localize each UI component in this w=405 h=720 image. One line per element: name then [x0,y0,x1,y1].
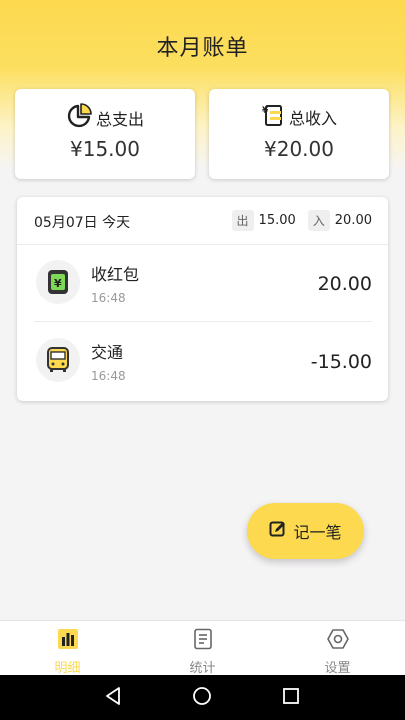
tab-details-label: 明细 [54,661,81,676]
bar-chart-icon [57,628,79,654]
transaction-amount: 20.00 [317,273,372,295]
total-income-label: 总收入 [288,109,337,128]
red-envelope-icon: ¥ [36,260,80,304]
home-icon[interactable] [192,686,212,710]
add-record-button[interactable]: 记一笔 [247,503,364,559]
transaction-row[interactable]: ¥ 收红包 16:48 20.00 [34,245,372,322]
day-income-total: 20.00 [334,213,372,228]
tab-details[interactable]: 明细 [0,621,135,676]
page-title: 本月账单 [156,36,249,61]
recent-apps-icon[interactable] [281,686,301,710]
day-totals: 出 15.00 入 20.00 [231,210,372,231]
total-income-amount: ¥20.00 [264,137,334,161]
total-expense-card[interactable]: 总支出 ¥15.00 [15,89,195,179]
total-expense-header: 总支出 [15,103,195,133]
expense-tag: 出 [231,210,254,231]
transaction-time: 16:48 [91,369,126,383]
day-transactions-card: 05月07日 今天 出 15.00 入 20.00 ¥ 收红包 16:48 20… [17,197,388,401]
tab-settings[interactable]: 设置 [270,621,405,676]
bus-icon [36,338,80,382]
tab-statistics-label: 统计 [189,661,216,676]
day-date: 05月07日 今天 [34,215,131,231]
total-income-card[interactable]: ¥ 总收入 ¥20.00 [209,89,389,179]
edit-icon [269,520,287,542]
total-expense-label: 总支出 [95,110,144,129]
day-header: 05月07日 今天 出 15.00 入 20.00 [17,197,388,245]
transaction-name: 交通 [91,343,124,362]
day-expense-total: 15.00 [258,213,296,228]
transaction-amount: -15.00 [310,351,372,373]
settings-icon [326,628,349,654]
bottom-tab-bar: 明细 统计 设置 [0,620,405,676]
total-expense-amount: ¥15.00 [70,137,140,161]
ledger-yen-icon: ¥ [261,103,285,131]
total-income-header: ¥ 总收入 [209,103,389,131]
transaction-row[interactable]: 交通 16:48 -15.00 [34,323,372,400]
back-icon[interactable] [104,686,124,710]
pie-chart-icon [66,103,92,133]
tab-statistics[interactable]: 统计 [135,621,270,676]
svg-text:¥: ¥ [54,277,62,290]
income-tag: 入 [307,210,330,231]
tab-settings-label: 设置 [324,661,351,676]
svg-text:¥: ¥ [262,106,269,116]
document-icon [192,628,214,654]
transaction-name: 收红包 [91,265,140,284]
transaction-time: 16:48 [91,291,126,305]
add-record-label: 记一笔 [293,523,342,542]
system-navigation-bar [0,675,405,720]
